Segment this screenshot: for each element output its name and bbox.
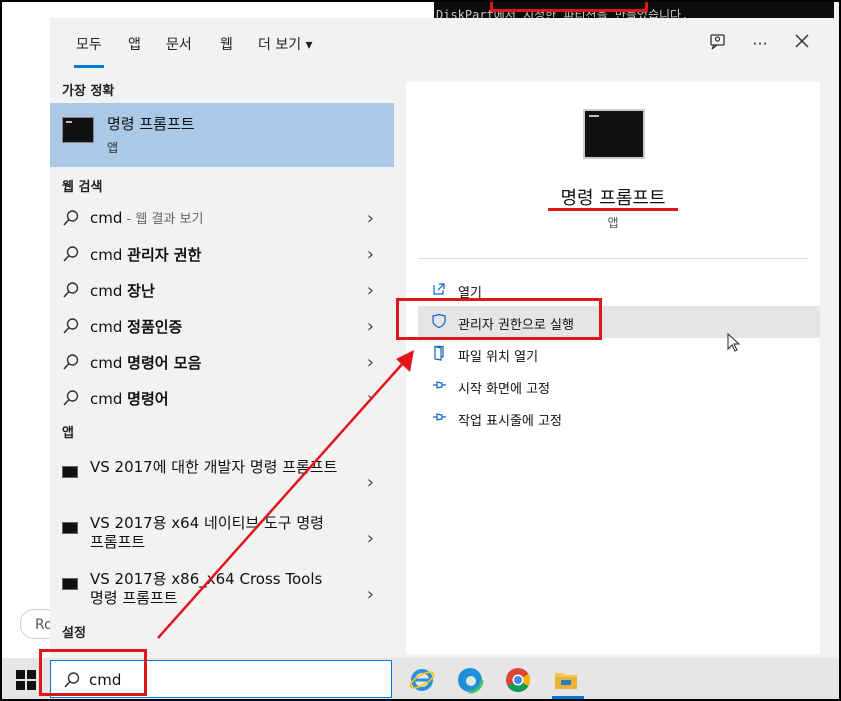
best-match-subtitle: 앱 — [107, 141, 119, 155]
web-result-suffix: - 웹 결과 보기 — [122, 212, 204, 227]
folder-icon — [430, 345, 448, 363]
search-icon — [63, 390, 79, 406]
settings-heading: 설정 — [62, 626, 86, 641]
web-result-prefix: cmd — [90, 246, 128, 264]
taskbar-search-input[interactable]: cmd — [50, 660, 392, 698]
chevron-right-icon[interactable]: › — [367, 244, 374, 265]
web-result-item[interactable]: cmd 장난 › — [50, 272, 394, 308]
web-result-bold: 명령어 모음 — [127, 354, 202, 372]
web-result-prefix: cmd — [90, 390, 128, 408]
action-label: 작업 표시줄에 고정 — [458, 414, 562, 429]
tab-all[interactable]: 모두 — [74, 34, 104, 68]
web-result-item[interactable]: cmd 관리자 권한 › — [50, 236, 394, 272]
shield-icon — [430, 313, 448, 331]
tab-web[interactable]: 웹 — [220, 34, 233, 54]
web-result-bold: 장난 — [127, 282, 155, 300]
search-tabs: 모두 앱 문서 웹 더 보기 ▾ ··· — [50, 18, 834, 70]
search-icon — [63, 246, 79, 262]
action-open-file-location[interactable]: 파일 위치 열기 — [418, 338, 820, 370]
feedback-icon[interactable] — [706, 32, 730, 56]
web-result-bold: 정품인증 — [127, 318, 183, 336]
taskbar: cmd — [0, 658, 841, 701]
command-prompt-icon — [62, 117, 94, 143]
search-panel: 모두 앱 문서 웹 더 보기 ▾ ··· 가장 정확 명령 프롬프트 앱 웹 검… — [50, 18, 834, 658]
more-options-icon[interactable]: ··· — [748, 32, 772, 56]
chevron-right-icon[interactable]: › — [367, 388, 374, 409]
active-app-indicator — [552, 696, 584, 699]
chevron-right-icon[interactable]: › — [367, 584, 374, 605]
action-label: 열기 — [458, 286, 482, 301]
web-search-heading: 웹 검색 — [62, 180, 103, 195]
chrome-icon[interactable] — [504, 666, 532, 694]
web-result-prefix: cmd — [90, 318, 128, 336]
web-result-bold: 명령어 — [127, 390, 169, 408]
web-result-item[interactable]: cmd 명령어 모음 › — [50, 344, 394, 380]
best-match-heading: 가장 정확 — [62, 84, 115, 99]
best-match-item[interactable]: 명령 프롬프트 앱 — [50, 103, 394, 167]
web-result-prefix: cmd — [90, 282, 128, 300]
divider — [418, 258, 808, 259]
preview-subtitle: 앱 — [607, 216, 619, 230]
search-icon — [63, 210, 79, 226]
web-result-item[interactable]: cmd - 웹 결과 보기 › — [50, 200, 394, 236]
chevron-right-icon[interactable]: › — [367, 528, 374, 549]
tab-documents[interactable]: 문서 — [166, 34, 192, 54]
background-console: DiskPart에서 지정한 파티션을 만들었습니다. — [434, 0, 836, 20]
action-open[interactable]: 열기 — [418, 274, 820, 306]
app-result-item[interactable]: VS 2017용 x86_x64 Cross Tools 명령 프롬프트 › — [50, 568, 394, 624]
results-list: 가장 정확 명령 프롬프트 앱 웹 검색 cmd - 웹 결과 보기 › cmd… — [50, 70, 394, 658]
chevron-right-icon[interactable]: › — [367, 472, 374, 493]
pin-icon — [430, 377, 448, 395]
tab-more[interactable]: 더 보기 ▾ — [258, 34, 313, 54]
edge-icon[interactable] — [456, 666, 484, 694]
web-result-item[interactable]: cmd 정품인증 › — [50, 308, 394, 344]
app-result-label: VS 2017에 대한 개발자 명령 프롬프트 — [90, 458, 338, 476]
background-window-edge — [834, 0, 841, 701]
web-result-bold: 관리자 권한 — [127, 246, 202, 264]
search-icon — [64, 672, 80, 688]
web-result-prefix: cmd — [90, 209, 123, 227]
chevron-right-icon[interactable]: › — [367, 208, 374, 229]
windows-start-icon[interactable] — [16, 670, 36, 690]
action-pin-to-start[interactable]: 시작 화면에 고정 — [418, 370, 820, 402]
search-icon — [63, 282, 79, 298]
app-result-item[interactable]: VS 2017에 대한 개발자 명령 프롬프트 › — [50, 456, 394, 512]
action-label: 시작 화면에 고정 — [458, 382, 550, 397]
web-result-prefix: cmd — [90, 354, 128, 372]
command-prompt-icon — [62, 466, 78, 478]
search-icon — [63, 318, 79, 334]
app-result-label: VS 2017용 x86_x64 Cross Tools 명령 프롬프트 — [90, 570, 323, 607]
search-icon — [63, 354, 79, 370]
action-label: 파일 위치 열기 — [458, 350, 539, 365]
chevron-right-icon[interactable]: › — [367, 316, 374, 337]
close-icon[interactable] — [790, 32, 814, 56]
preview-title: 명령 프롬프트 — [560, 188, 666, 209]
internet-explorer-icon[interactable] — [408, 666, 436, 694]
chevron-right-icon[interactable]: › — [367, 280, 374, 301]
pin-icon — [430, 409, 448, 427]
open-icon — [430, 281, 448, 299]
file-explorer-icon[interactable] — [552, 666, 580, 694]
app-result-item[interactable]: VS 2017용 x64 네이티브 도구 명령 프롬프트 › — [50, 512, 394, 568]
tab-apps[interactable]: 앱 — [128, 34, 141, 54]
command-prompt-icon — [62, 522, 78, 534]
search-value: cmd — [89, 671, 122, 689]
web-result-item[interactable]: cmd 명령어 › — [50, 380, 394, 416]
command-prompt-icon — [62, 578, 78, 590]
command-prompt-icon — [583, 109, 645, 159]
best-match-title: 명령 프롬프트 — [107, 115, 195, 133]
chevron-right-icon[interactable]: › — [367, 352, 374, 373]
app-result-label: VS 2017용 x64 네이티브 도구 명령 프롬프트 — [90, 514, 324, 551]
action-label: 관리자 권한으로 실행 — [458, 318, 574, 333]
preview-pane: 명령 프롬프트 앱 열기 관리자 권한으로 실행 파일 위치 열기 시작 화면에… — [406, 82, 820, 654]
mouse-cursor-icon — [727, 333, 741, 352]
apps-heading: 앱 — [62, 426, 74, 441]
action-pin-to-taskbar[interactable]: 작업 표시줄에 고정 — [418, 402, 820, 434]
action-run-as-admin[interactable]: 관리자 권한으로 실행 — [418, 306, 820, 338]
